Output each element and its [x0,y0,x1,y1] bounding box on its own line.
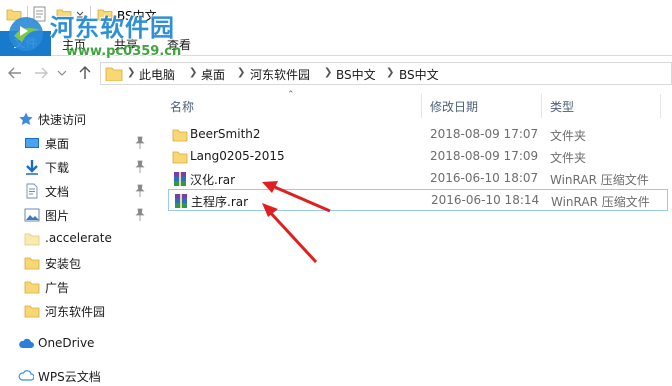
pin-icon[interactable] [134,184,146,198]
picture-icon [24,208,40,222]
nav-item-label: 图片 [45,209,70,223]
ribbon-tabs: 文件 主页 共享 查看 [0,31,672,56]
file-date: 2018-08-09 17:07 [430,127,539,141]
nav-wps-cloud-label: WPS云文档 [38,370,101,384]
file-type: WinRAR 压缩文件 [551,195,650,209]
file-name: BeerSmith2 [190,127,261,141]
nav-item-pictures[interactable]: 图片 [0,204,155,226]
folder-icon [24,233,40,246]
breadcrumb-hedong[interactable]: 河东软件园 [250,66,310,83]
nav-item-documents[interactable]: 文档 [0,180,155,202]
toolbar-separator [90,6,91,22]
nav-item-label: 桌面 [45,137,70,151]
nav-quick-access-label: 快速访问 [38,113,87,127]
winrar-icon [175,194,187,208]
up-arrow-icon[interactable] [76,64,94,82]
folder-icon [172,129,188,142]
recent-locations-chevron-icon[interactable] [56,64,68,82]
cloud-icon [18,370,34,381]
nav-item-label: 文档 [45,185,70,199]
file-name: 主程序.rar [191,195,249,209]
breadcrumb-this-pc[interactable]: 此电脑 [139,66,175,83]
file-row-lang[interactable]: Lang0205-2015 2018-08-09 17:09 文件夹 [168,146,668,168]
file-type: 文件夹 [550,151,587,165]
tab-view[interactable]: 查看 [167,36,191,53]
forward-arrow-icon[interactable] [32,64,50,82]
tab-share[interactable]: 共享 [114,36,138,53]
folder-icon [105,67,123,81]
new-folder-icon[interactable] [56,6,72,22]
file-name: 汉化.rar [190,173,236,187]
file-list: ⌃ 名称 修改日期 类型 BeerSmith2 2018-08-09 17:07… [163,90,672,386]
nav-item-hedong[interactable]: 河东软件园 [0,300,155,322]
breadcrumb-separator-icon[interactable]: ❯ [127,67,135,78]
breadcrumb-desktop[interactable]: 桌面 [201,66,225,83]
nav-quick-access[interactable]: 快速访问 [0,108,155,130]
breadcrumb-separator-icon[interactable]: ❯ [324,67,332,78]
pin-icon[interactable] [134,160,146,174]
breadcrumb-separator-icon[interactable]: ❯ [237,67,245,78]
nav-item-label: 广告 [45,281,70,295]
file-type: 文件夹 [550,129,587,143]
file-date: 2018-08-09 17:09 [430,149,539,163]
nav-item-ads[interactable]: 广告 [0,276,155,298]
nav-wps-cloud[interactable]: WPS云文档 [0,365,155,386]
nav-item-accelerate[interactable]: .accelerate [0,228,155,250]
nav-item-label: .accelerate [45,231,112,245]
address-bar[interactable]: ❯ 此电脑 ❯ 桌面 ❯ 河东软件园 ❯ BS中文 ❯ BS中文 [100,62,672,85]
navigation-bar: ❯ 此电脑 ❯ 桌面 ❯ 河东软件园 ❯ BS中文 ❯ BS中文 [0,57,672,90]
folder-icon [97,9,113,21]
chevron-down-icon[interactable] [75,6,85,22]
nav-onedrive-label: OneDrive [38,336,95,350]
download-icon [26,160,38,175]
navigation-pane: 快速访问 桌面 下载 文档 图片 .accelerate 安装包 广告 河东软件… [0,90,155,386]
nav-item-downloads[interactable]: 下载 [0,156,155,178]
folder-icon [24,257,40,270]
nav-item-label: 河东软件园 [45,305,106,319]
file-row-main-program-rar[interactable]: 主程序.rar 2016-06-10 18:14 WinRAR 压缩文件 [168,189,668,211]
desktop-icon [25,138,39,148]
column-header-name[interactable]: 名称 [170,98,194,115]
folder-icon [24,305,40,318]
column-divider[interactable] [541,94,542,118]
file-date: 2016-06-10 18:14 [431,193,540,207]
sort-ascending-icon: ⌃ [287,90,295,100]
column-header-date[interactable]: 修改日期 [430,98,478,115]
breadcrumb-bs-chinese-current[interactable]: BS中文 [399,66,439,83]
window-title: BS中文 [117,9,157,23]
file-type: WinRAR 压缩文件 [550,173,649,187]
file-row-hanhua-rar[interactable]: 汉化.rar 2016-06-10 18:07 WinRAR 压缩文件 [168,168,668,190]
column-divider[interactable] [421,94,422,118]
properties-icon[interactable] [33,6,47,22]
winrar-icon [174,172,186,186]
nav-item-label: 安装包 [45,257,82,271]
breadcrumb-bs-chinese[interactable]: BS中文 [336,66,376,83]
column-divider[interactable] [660,94,661,118]
folder-icon [172,151,188,164]
breadcrumb-separator-icon[interactable]: ❯ [386,67,394,78]
pin-icon[interactable] [134,136,146,150]
folder-icon [24,281,40,294]
file-name: Lang0205-2015 [190,149,285,163]
file-row-beersmith2[interactable]: BeerSmith2 2018-08-09 17:07 文件夹 [168,124,668,146]
nav-item-desktop[interactable]: 桌面 [0,132,155,154]
title-bar: BS中文 [0,0,672,31]
star-icon [19,112,33,125]
back-arrow-icon[interactable] [6,64,24,82]
tab-file[interactable]: 文件 [0,31,51,56]
column-header-type[interactable]: 类型 [550,98,574,115]
tab-home[interactable]: 主页 [62,36,86,53]
pin-icon[interactable] [134,208,146,222]
folder-icon[interactable] [6,6,22,22]
file-date: 2016-06-10 18:07 [430,171,539,185]
cloud-icon [19,338,34,348]
breadcrumb-separator-icon[interactable]: ❯ [189,67,197,78]
nav-item-install-packages[interactable]: 安装包 [0,252,155,274]
nav-item-label: 下载 [45,161,70,175]
nav-onedrive[interactable]: OneDrive [0,333,155,355]
toolbar-separator [27,6,28,22]
document-icon [26,183,38,199]
